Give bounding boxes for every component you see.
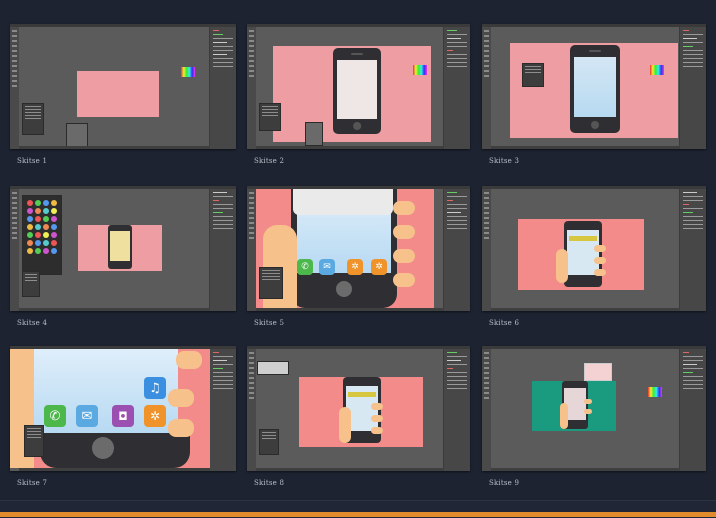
sketch-thumb-1[interactable]: Skitse 1 bbox=[10, 24, 236, 169]
phone-mockup bbox=[333, 48, 381, 134]
sketch-thumb-9[interactable]: Skitse 9 bbox=[482, 346, 706, 491]
settings-icon: ✲ bbox=[144, 405, 166, 427]
sketch-caption: Skitse 3 bbox=[489, 157, 520, 165]
sketch-caption: Skitse 8 bbox=[254, 479, 285, 487]
artboard bbox=[77, 71, 159, 117]
footer-accent-line bbox=[0, 512, 716, 517]
settings-icon: ✲ bbox=[347, 259, 363, 275]
mail-icon: ✉ bbox=[76, 405, 98, 427]
sketch-thumb-3[interactable]: Skitse 3 bbox=[482, 24, 706, 169]
music-icon: ♫ bbox=[144, 377, 166, 399]
sketch-caption: Skitse 4 bbox=[17, 319, 48, 327]
sketch-thumb-6[interactable]: Skitse 6 bbox=[482, 186, 706, 331]
mail-icon: ✉ bbox=[319, 259, 335, 275]
phone-icon: ✆ bbox=[297, 259, 313, 275]
sketch-caption: Skitse 5 bbox=[254, 319, 285, 327]
sketch-caption: Skitse 9 bbox=[489, 479, 520, 487]
camera-icon: ◘ bbox=[112, 405, 134, 427]
sketch-thumb-7[interactable]: ✆ ✉ ◘ ✲ ♫ Skitse 7 bbox=[10, 346, 236, 491]
settings-icon: ✲ bbox=[371, 259, 387, 275]
sketch-thumb-2[interactable]: Skitse 2 bbox=[247, 24, 470, 169]
sketch-caption: Skitse 6 bbox=[489, 319, 520, 327]
sketch-thumb-5[interactable]: ✆ ✉ ✲ ✲ Skitse 5 bbox=[247, 186, 470, 331]
sketch-thumb-8[interactable]: Skitse 8 bbox=[247, 346, 470, 491]
sketch-thumb-4[interactable]: Skitse 4 bbox=[10, 186, 236, 331]
sketch-caption: Skitse 2 bbox=[254, 157, 285, 165]
sketch-caption: Skitse 1 bbox=[17, 157, 48, 165]
sketch-gallery: Skitse 1 Skitse 2 Skitse 3 Skitse 4 ✆ ✉ … bbox=[0, 0, 716, 500]
icon-palette bbox=[22, 195, 62, 275]
phone-icon: ✆ bbox=[44, 405, 66, 427]
sketch-caption: Skitse 7 bbox=[17, 479, 48, 487]
